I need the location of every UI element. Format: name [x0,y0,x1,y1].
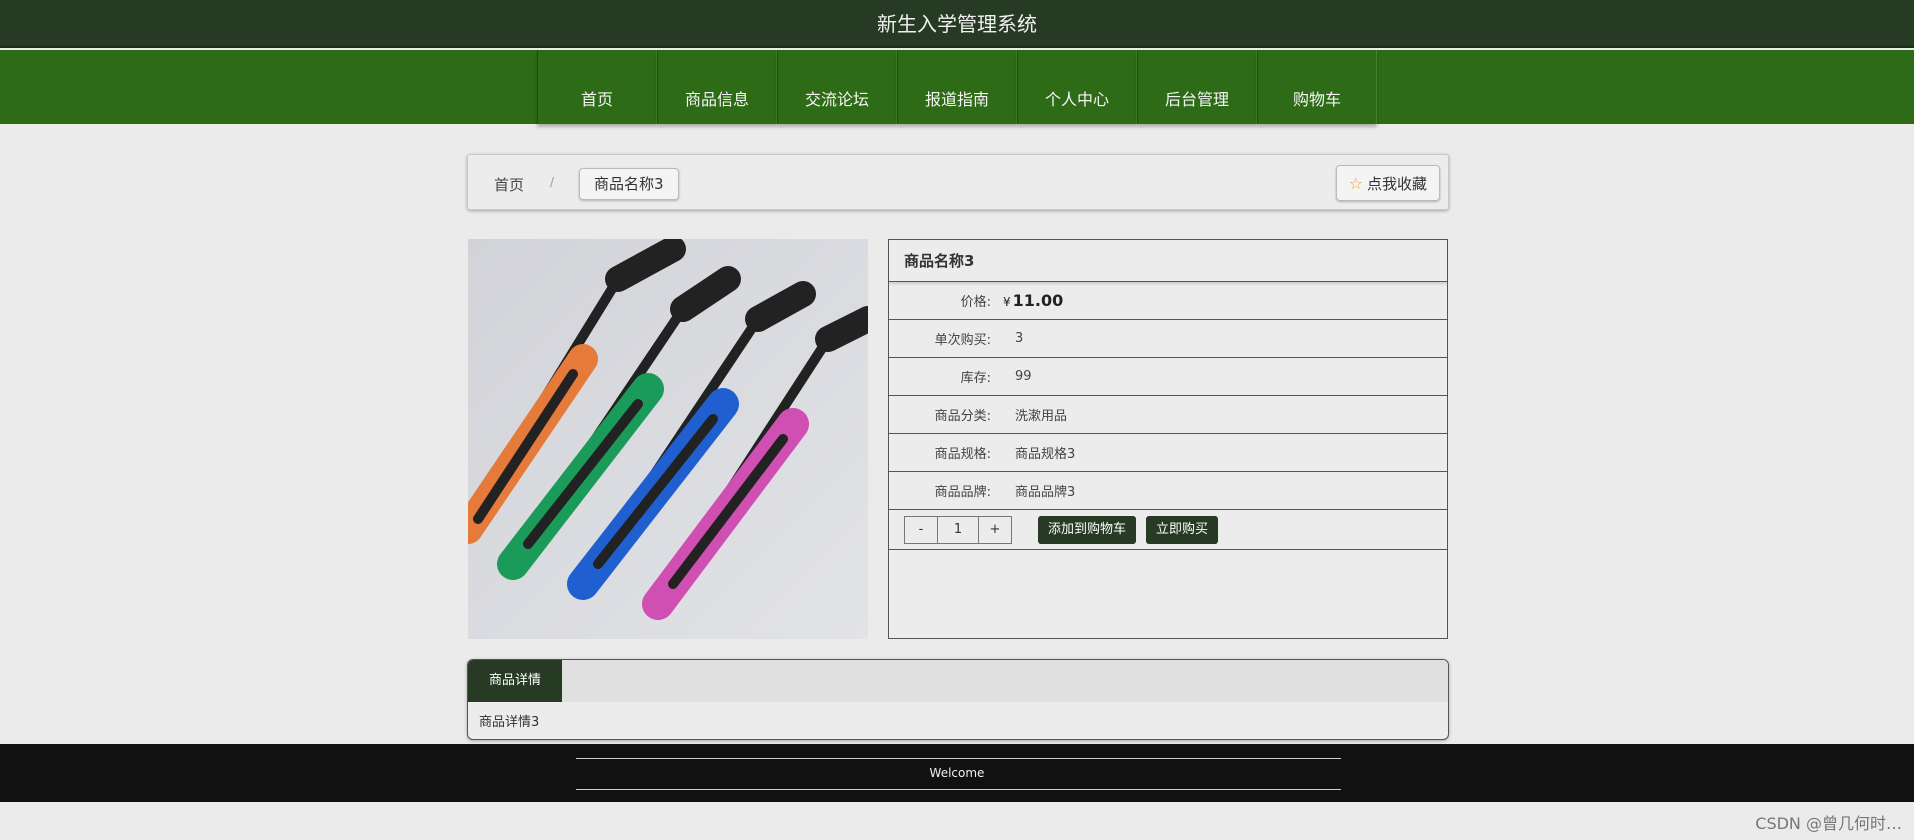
footer-welcome: Welcome [929,766,985,780]
row-label: 商品品牌: [934,485,991,500]
buy-now-button[interactable]: 立即购买 [1146,515,1219,544]
nav-item-cart[interactable]: 购物车 [1257,50,1377,124]
nav-item-forum[interactable]: 交流论坛 [777,50,897,124]
row-value: 99 [1015,369,1032,384]
add-to-cart-button[interactable]: 添加到购物车 [1038,515,1137,544]
table-row: 单次购买: 3 [889,320,1447,358]
favorite-button[interactable]: ☆ 点我收藏 [1335,165,1440,201]
price-value: ¥11.00 [1003,291,1063,310]
nav-item-home[interactable]: 首页 [537,50,657,124]
nav-item-guide[interactable]: 报道指南 [897,50,1017,124]
row-label: 商品分类: [934,409,991,424]
product-image [468,239,868,639]
top-header: 新生入学管理系统 [0,0,1914,48]
detail-content: 商品详情3 [479,715,540,730]
quantity-decrease-button[interactable]: - [905,516,937,543]
footer-divider-top [576,758,1341,759]
purchase-actions: - 1 + 添加到购物车 立即购买 [889,510,1447,550]
breadcrumb-separator: / [550,175,555,189]
breadcrumb: 首页 / 商品名称3 ☆ 点我收藏 [467,154,1449,210]
row-label: 库存: [960,371,991,386]
row-value: 商品品牌3 [1015,485,1076,500]
star-icon: ☆ [1348,173,1363,193]
breadcrumb-current: 商品名称3 [579,168,679,200]
detail-tab-bar: 商品详情 [468,660,1448,702]
nav-item-profile[interactable]: 个人中心 [1017,50,1137,124]
watermark: CSDN @曾几何时… [1755,814,1902,833]
table-row: 商品品牌: 商品品牌3 [889,472,1447,510]
currency-symbol: ¥ [1003,295,1011,309]
quantity-increase-button[interactable]: + [979,516,1011,543]
favorite-button-label: 点我收藏 [1366,174,1427,193]
table-row: 商品分类: 洗漱用品 [889,396,1447,434]
table-row: 商品规格: 商品规格3 [889,434,1447,472]
price-label: 价格: [960,295,991,310]
quantity-input[interactable]: 1 [937,516,979,543]
product-name: 商品名称3 [889,240,1447,282]
price-row: 价格: ¥11.00 [889,282,1447,320]
row-label: 商品规格: [934,447,991,462]
site-title: 新生入学管理系统 [877,12,1037,36]
breadcrumb-home-link[interactable]: 首页 [494,174,524,195]
row-value: 商品规格3 [1015,447,1076,462]
quantity-stepper: - 1 + [904,515,1012,544]
table-row: 库存: 99 [889,358,1447,396]
product-info-table: 商品名称3 价格: ¥11.00 单次购买: 3 库存: 99 商品分类: 洗漱… [888,239,1448,639]
main-nav: 首页 商品信息 交流论坛 报道指南 个人中心 后台管理 购物车 [537,50,1377,124]
nav-item-products[interactable]: 商品信息 [657,50,777,124]
tab-product-detail[interactable]: 商品详情 [468,660,562,702]
footer-divider-bottom [576,789,1341,790]
footer: Welcome [0,744,1914,802]
toothbrush-illustration [468,239,868,639]
row-label: 单次购买: [934,333,991,348]
row-value: 洗漱用品 [1015,409,1068,424]
row-value: 3 [1015,331,1024,346]
nav-item-admin[interactable]: 后台管理 [1137,50,1257,124]
product-detail-panel: 商品详情 商品详情3 [467,659,1449,740]
price-amount: 11.00 [1012,291,1064,310]
